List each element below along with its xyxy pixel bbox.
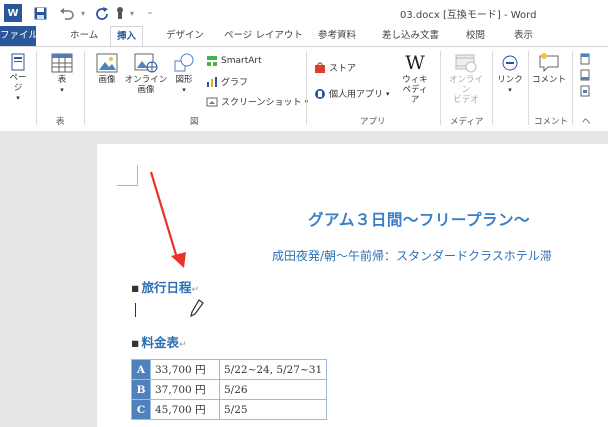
save-icon[interactable] [30, 3, 50, 23]
shapes-icon [174, 53, 194, 72]
graph-icon [207, 76, 217, 87]
header-icon [580, 53, 590, 65]
dates-cell[interactable]: 5/22~24, 5/27~31 [218, 359, 328, 380]
ribbon: ページ ▾ 表 ▾ 表 画像 オンライン 画像 図形 ▾ SmartArt グラフ スク… [0, 46, 608, 132]
ribbon-tabs: ファイル ホーム 挿入 デザイン ページ レイアウト 参考資料 差し込み文書 校… [0, 26, 608, 48]
personal-apps-button[interactable]: 個人用アプリ ▾ [314, 87, 390, 100]
table-icon [51, 53, 73, 73]
price-cell[interactable]: 37,700 円 [150, 379, 220, 400]
undo-icon[interactable] [56, 3, 78, 23]
dates-cell[interactable]: 5/25 [218, 399, 328, 420]
tab-review[interactable]: 校閲 [460, 26, 491, 46]
customize-icon[interactable]: ₌ [144, 3, 156, 23]
tab-page-layout[interactable]: ページ レイアウト [218, 26, 309, 46]
link-icon [502, 55, 518, 71]
smartart-button[interactable]: SmartArt [206, 55, 262, 67]
tab-mailings[interactable]: 差し込み文書 [376, 26, 445, 46]
page-number-icon [580, 85, 590, 97]
tab-view[interactable]: 表示 [508, 26, 539, 46]
screenshot-icon [206, 97, 218, 106]
redo-icon[interactable] [94, 3, 110, 23]
touch-mode-icon[interactable] [112, 3, 128, 23]
price-table[interactable]: A 33,700 円 5/22~24, 5/27~31 B 37,700 円 5… [131, 359, 328, 420]
pen-cursor-icon [190, 299, 204, 317]
page-icon [11, 53, 25, 71]
personal-apps-icon [315, 88, 325, 99]
screenshot-button[interactable]: スクリーンショット▾ [206, 95, 308, 108]
image-button[interactable]: 画像 [94, 53, 120, 85]
footer-icon [580, 69, 590, 81]
header-footer-buttons[interactable] [580, 53, 590, 97]
group-label-apps: アプリ [360, 117, 386, 127]
touch-dropdown-icon[interactable]: ▾ [128, 3, 136, 23]
comment-icon [539, 53, 559, 73]
wikipedia-button[interactable]: W ウィキ ペディア [400, 53, 430, 105]
tab-file[interactable]: ファイル [0, 26, 38, 46]
window-title: 03.docx [互換モード] - Word [400, 10, 537, 21]
word-app-icon[interactable]: W [4, 4, 22, 22]
table-button[interactable]: 表 ▾ [48, 53, 76, 95]
wikipedia-icon: W [405, 52, 425, 74]
group-label-media: メディア [450, 117, 484, 127]
group-label-figure: 図 [190, 117, 199, 127]
shapes-button[interactable]: 図形 ▾ [170, 53, 198, 95]
graph-button[interactable]: グラフ [206, 75, 248, 88]
price-cell[interactable]: 33,700 円 [150, 359, 220, 380]
tab-design[interactable]: デザイン [160, 26, 210, 46]
smartart-icon [207, 56, 217, 66]
group-label-comment: コメント [534, 117, 569, 127]
section-itinerary[interactable]: ▪ 旅行日程↵ [131, 277, 199, 296]
return-mark: ↵ [179, 340, 187, 350]
section-price-list[interactable]: ▪ 料金表↵ [131, 332, 187, 351]
tab-references[interactable]: 参考資料 [312, 26, 362, 46]
price-cell[interactable]: 45,700 円 [150, 399, 220, 420]
link-button[interactable]: リンク ▾ [496, 53, 524, 95]
return-mark: ↵ [191, 285, 200, 295]
group-label-table: 表 [56, 117, 65, 127]
tab-insert[interactable]: 挿入 [110, 26, 144, 48]
row-label: B [131, 379, 151, 400]
store-icon [315, 61, 325, 73]
online-image-icon [134, 53, 158, 73]
table-row[interactable]: A 33,700 円 5/22~24, 5/27~31 [131, 359, 328, 380]
margin-corner-mark [117, 165, 138, 186]
document-subheading[interactable]: 成田夜発/朝～午前帰：スタンダードクラスホテル滞 [272, 247, 552, 264]
table-row[interactable]: B 37,700 円 5/26 [131, 379, 328, 400]
image-icon [96, 53, 118, 73]
text-cursor [135, 303, 136, 317]
undo-dropdown-icon[interactable]: ▾ [78, 3, 88, 23]
title-bar: W ▾ ▾ ₌ 03.docx [互換モード] - Word [0, 0, 608, 26]
online-video-button[interactable]: オンライン ビデオ [446, 53, 486, 105]
table-row[interactable]: C 45,700 円 5/25 [131, 399, 328, 420]
bullet-mark: ▪ [131, 335, 140, 350]
comment-button[interactable]: コメント [532, 53, 566, 85]
row-label: A [131, 359, 151, 380]
store-button[interactable]: ストア [314, 61, 356, 74]
group-label-header: ヘ [582, 117, 591, 127]
page-button[interactable]: ページ ▾ [6, 53, 30, 103]
row-label: C [131, 399, 151, 420]
bullet-mark: ▪ [131, 280, 140, 295]
dates-cell[interactable]: 5/26 [218, 379, 328, 400]
online-image-button[interactable]: オンライン 画像 [124, 53, 168, 95]
document-heading[interactable]: グアム３日間～フリープラン～ [308, 208, 530, 230]
tab-home[interactable]: ホーム [64, 26, 104, 46]
online-video-icon [455, 54, 477, 73]
